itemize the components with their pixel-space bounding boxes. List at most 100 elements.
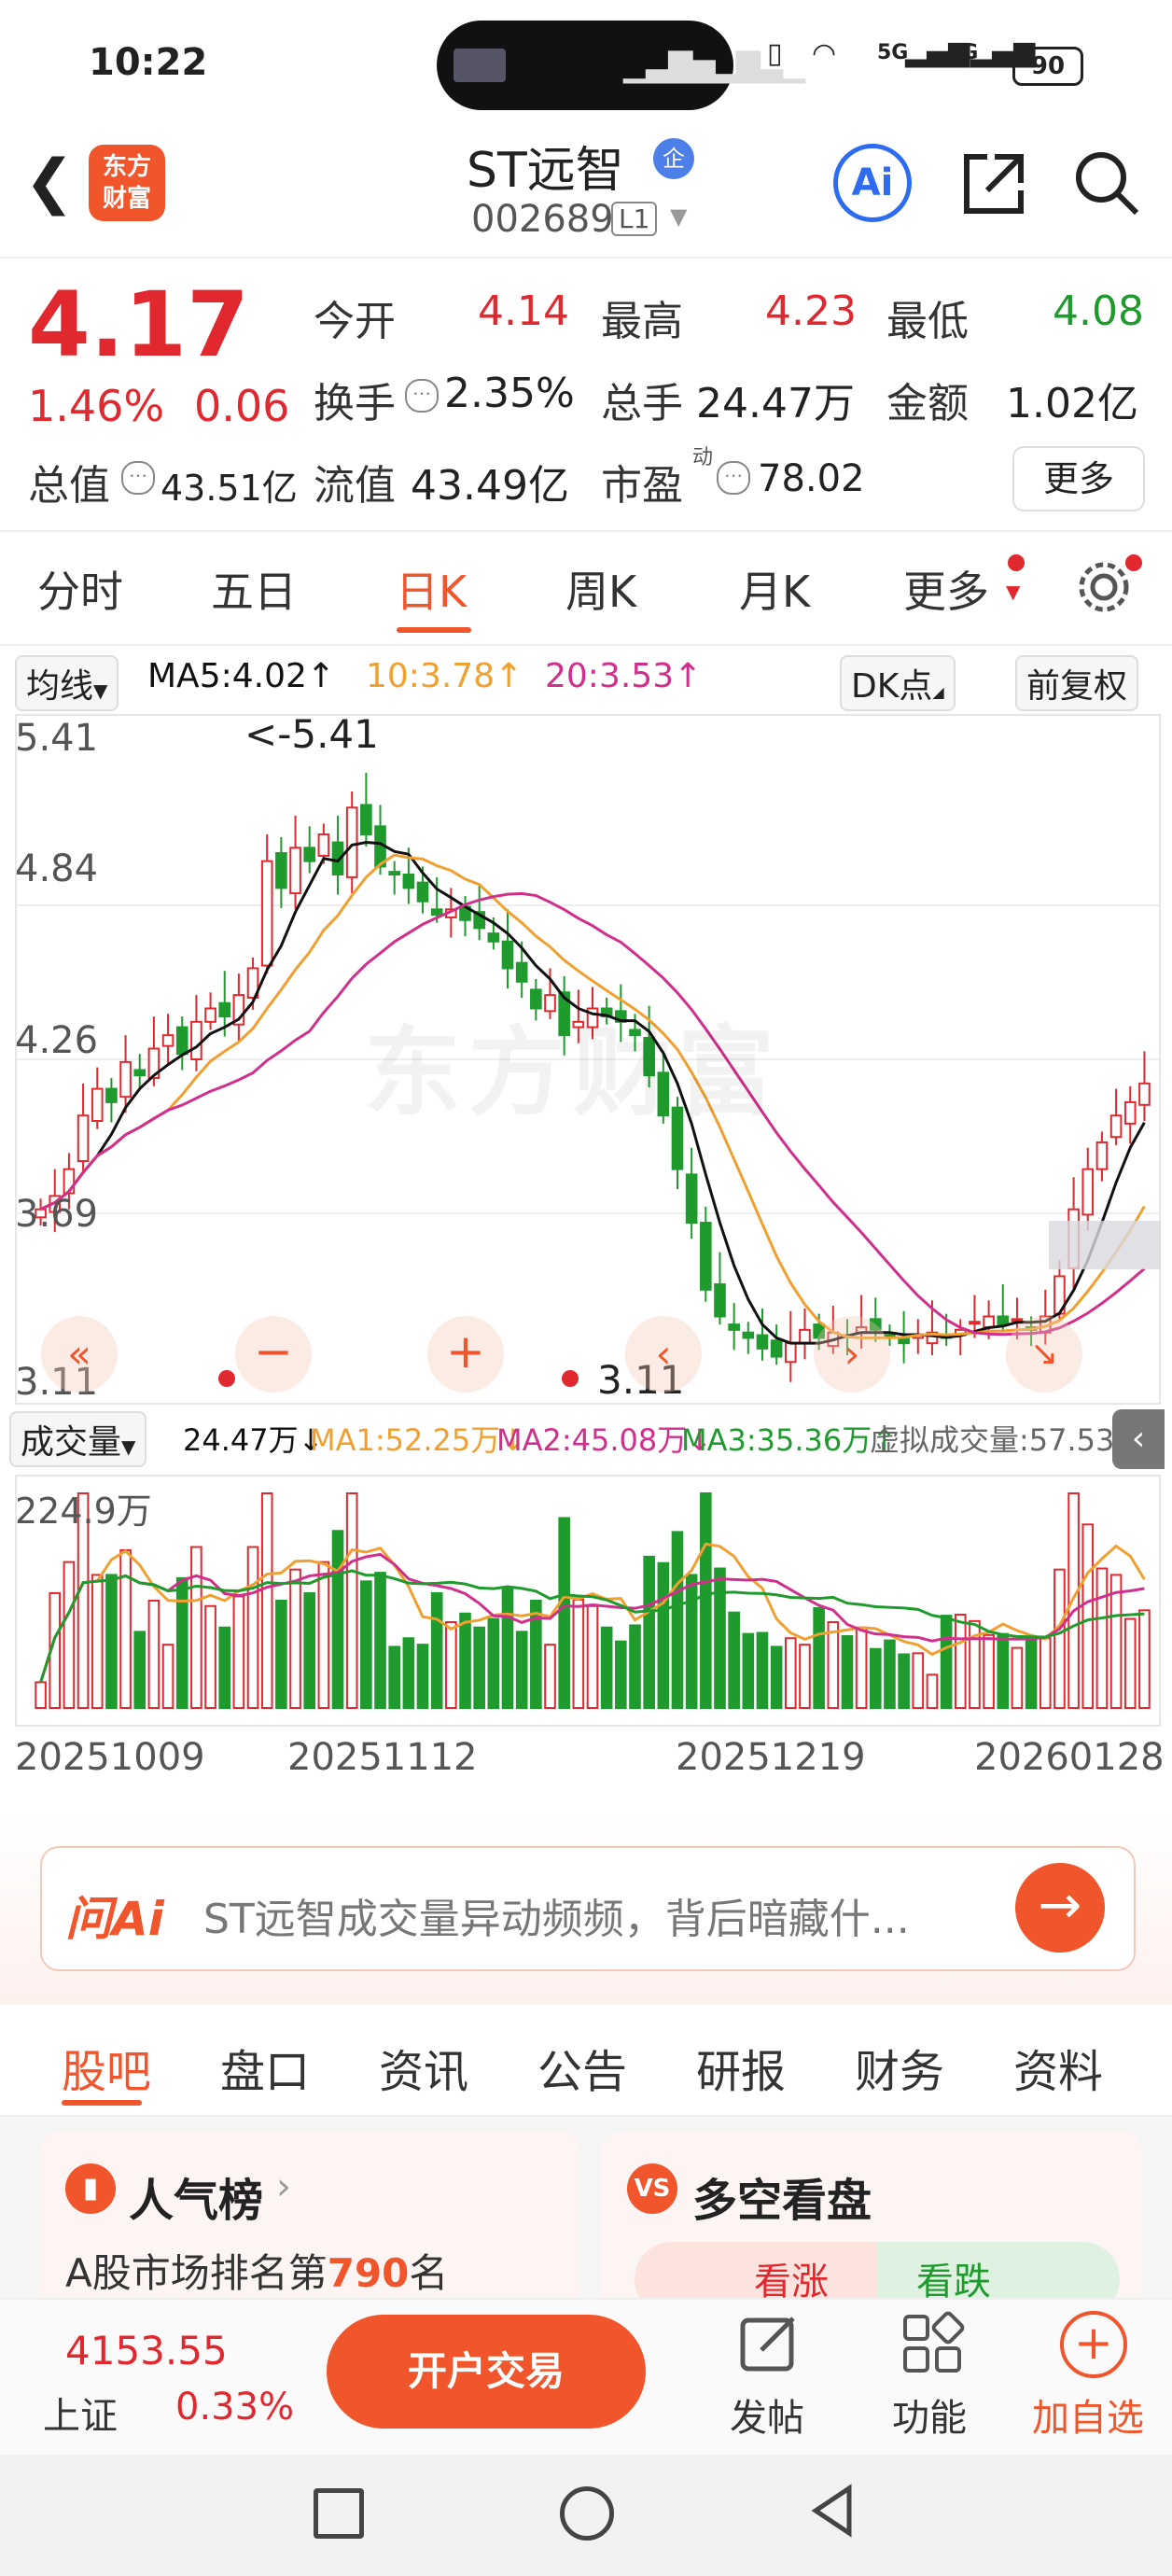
volume-bar [940,1615,953,1710]
volume-bar [133,1631,146,1710]
candle-body [161,1034,174,1047]
scroll-right-icon[interactable]: › [814,1316,890,1393]
volume-toggle-label: 成交量 [21,1423,122,1462]
add-favorite-icon[interactable]: + [1060,2311,1127,2378]
adjust-button[interactable]: 前复权 [1015,655,1139,711]
candle-body [700,1222,712,1291]
open-label: 今开 [314,298,396,345]
subtab-handicap[interactable]: 盘口 [220,2035,310,2100]
candle-body [416,881,429,903]
volume-bar [714,1567,726,1709]
volume-bar [388,1645,401,1709]
tab-more[interactable]: 更多 [903,558,989,620]
quote-divider [0,530,1172,532]
volume-chart[interactable] [15,1475,1161,1727]
pe-label: 市盈 [601,462,683,510]
candle-body [969,1321,981,1325]
mktcap-label: 总值 [28,462,110,510]
subtab-profile[interactable]: 资料 [1013,2035,1103,2100]
volume-bar [275,1600,287,1709]
volume-bar [1025,1638,1038,1709]
home-icon[interactable] [560,2486,614,2541]
vol-max-label: 224.9万 [15,1491,152,1532]
ai-button[interactable]: Ai [833,144,912,222]
rank-line: A股市场排名第790名 [65,2242,448,2299]
candle-body [190,1020,202,1060]
volume-bar [303,1591,316,1709]
brand-logo: 东方 财富 [89,145,165,221]
back-icon[interactable]: ❮ [24,147,75,217]
dk-point-button[interactable]: DK点◢ [840,655,956,711]
scroll-left-fast-icon[interactable]: « [41,1316,118,1393]
level-dropdown-icon[interactable]: ▼ [670,203,687,230]
turnover-info-icon[interactable]: ⋯ [405,379,439,413]
candle-body [402,874,415,889]
add-favorite-label[interactable]: 加自选 [1032,2387,1144,2442]
volume-bar [147,1600,160,1709]
zoom-in-icon[interactable]: + [427,1316,504,1393]
zoom-out-icon[interactable]: − [235,1316,312,1393]
volume-bar [926,1673,939,1710]
marker-dot-2 [562,1370,579,1387]
volume-bar [119,1548,132,1709]
candle-body [175,1026,188,1056]
subtab-forum[interactable]: 股吧 [62,2035,151,2100]
subtab-underline [62,2100,142,2106]
volume-bar [218,1626,231,1709]
volume-bar [402,1637,415,1709]
volume-bar [105,1574,118,1710]
volume-bar [600,1626,613,1709]
more-quote-button[interactable]: 更多 [1012,446,1145,511]
post-label[interactable]: 发帖 [730,2387,804,2442]
index-name: 上证 [43,2395,118,2438]
chevron-right-icon: › [276,2165,291,2208]
functions-grid-icon[interactable] [900,2311,965,2376]
reset-view-icon[interactable]: ↘ [1006,1316,1082,1393]
volume-toggle[interactable]: 成交量▼ [9,1411,147,1467]
tab-monthly-k[interactable]: 月K [739,558,810,620]
mktcap-value: 43.51亿 [160,468,298,509]
volume-bar [756,1631,769,1709]
candle-body [388,871,401,875]
open-account-button[interactable]: 开户交易 [327,2315,646,2429]
info-icon[interactable]: ⋯ [121,461,155,495]
candle-body [983,1315,995,1328]
subtab-news[interactable]: 资讯 [379,2035,468,2100]
back-nav-icon[interactable] [808,2483,855,2539]
volume-bar [459,1612,471,1709]
tab-five-day[interactable]: 五日 [211,558,297,620]
collapse-panel-icon[interactable]: ‹ [1112,1409,1165,1469]
amount-value: 1.02亿 [1006,380,1138,427]
share-icon[interactable] [959,147,1030,218]
volume-label: 总手 [601,380,683,427]
subtab-research[interactable]: 研报 [696,2035,786,2100]
ask-ai-go-icon[interactable]: → [1015,1863,1105,1953]
subtab-announcements[interactable]: 公告 [537,2035,627,2100]
subtab-finance[interactable]: 财务 [855,2035,944,2100]
volume-bar [190,1546,202,1709]
tab-daily-k[interactable]: 日K [396,558,467,620]
post-edit-icon[interactable] [737,2311,802,2376]
pe-info-icon[interactable]: ⋯ [717,461,750,495]
volume-bar [289,1568,301,1710]
vol-ma1: MA1:52.25万↓ [310,1422,526,1458]
low-label: 最低 [886,298,969,345]
volume-bar [1095,1567,1109,1709]
ma-toggle-label: 均线 [26,667,94,706]
volume-bar [671,1531,684,1710]
tab-timeshare[interactable]: 分时 [37,558,123,620]
ma-toggle[interactable]: 均线▼ [15,655,119,711]
recent-apps-icon[interactable] [314,2488,364,2539]
functions-label[interactable]: 功能 [892,2387,967,2442]
date-tick-2: 20251112 [287,1736,478,1779]
tab-weekly-k[interactable]: 周K [565,558,636,620]
volume-bar [784,1637,797,1709]
volume-bar [1138,1609,1151,1710]
level-badge[interactable]: L1 [611,202,658,236]
volume-bar [445,1621,457,1709]
rank-number: 790 [327,2250,410,2296]
scroll-left-icon[interactable]: ‹ [625,1316,702,1393]
search-icon[interactable] [1071,147,1142,218]
candle-body [289,847,301,895]
debate-title: 多空看盘 [692,2175,872,2227]
